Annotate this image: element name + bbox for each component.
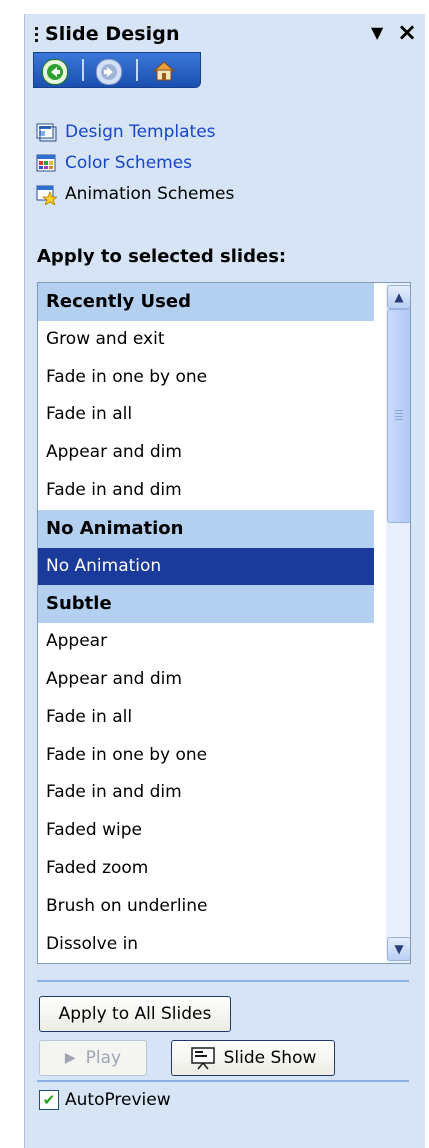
divider [37, 980, 409, 982]
apply-to-all-slides-button[interactable]: Apply to All Slides [39, 996, 231, 1032]
link-label: Animation Schemes [65, 184, 235, 204]
play-icon: ▶ [64, 1050, 76, 1066]
nav-separator [82, 59, 84, 81]
drag-grip-icon[interactable] [35, 27, 38, 47]
play-label: Play [85, 1048, 122, 1068]
list-item[interactable]: Fade in all [38, 396, 374, 434]
link-label[interactable]: Color Schemes [65, 153, 192, 173]
forward-arrow-icon[interactable] [96, 59, 122, 85]
list-item[interactable]: Fade in all [38, 699, 374, 737]
design-templates-icon [35, 121, 57, 143]
link-design-templates[interactable]: Design Templates [35, 118, 216, 146]
list-item[interactable]: Appear [38, 623, 374, 661]
pane-title: Slide Design [45, 23, 180, 45]
list-item[interactable]: Fade in and dim [38, 774, 374, 812]
divider [37, 1080, 409, 1082]
scroll-thumb[interactable] [387, 309, 410, 523]
list-item[interactable]: Grow and exit [38, 321, 374, 359]
back-arrow-icon[interactable] [42, 59, 68, 85]
nav-separator [136, 59, 138, 81]
navigation-bar [33, 52, 201, 88]
slide-show-icon [190, 1046, 216, 1070]
thumb-grip-icon [395, 410, 403, 422]
animation-schemes-icon [35, 183, 59, 206]
list-item[interactable]: Fade in one by one [38, 359, 374, 397]
list-item[interactable]: Faded zoom [38, 850, 374, 888]
home-icon[interactable] [152, 59, 176, 83]
list-rows: Recently Used Grow and exit Fade in one by… [38, 283, 374, 963]
pane-menu-dropdown-icon[interactable]: ▼ [371, 23, 383, 42]
list-item[interactable]: Fade in one by one [38, 737, 374, 775]
play-button[interactable]: ▶ Play [39, 1040, 147, 1076]
list-item[interactable]: No Animation [38, 547, 374, 586]
slide-show-label: Slide Show [223, 1048, 317, 1068]
list-item[interactable]: Appear and dim [38, 434, 374, 472]
animation-schemes-list[interactable]: Recently Used Grow and exit Fade in one by… [37, 282, 411, 964]
scroll-down-icon[interactable]: ▼ [387, 937, 410, 961]
link-animation-schemes[interactable]: Animation Schemes [35, 180, 234, 208]
list-item[interactable]: Appear and dim [38, 661, 374, 699]
list-item[interactable]: Dissolve in [38, 926, 374, 963]
list-category-header: Recently Used [38, 283, 374, 321]
link-color-schemes[interactable]: Color Schemes [35, 149, 192, 177]
autopreview-label: AutoPreview [65, 1090, 171, 1110]
link-label[interactable]: Design Templates [65, 122, 216, 142]
slide-show-button[interactable]: Slide Show [171, 1040, 335, 1076]
autopreview-checkbox[interactable]: ✔ [39, 1090, 59, 1110]
vertical-scrollbar[interactable]: ▲ ▼ [386, 283, 410, 963]
task-pane-titlebar: Slide Design ▼ × [25, 14, 425, 54]
list-item[interactable]: Faded wipe [38, 812, 374, 850]
scroll-up-icon[interactable]: ▲ [387, 285, 410, 309]
autopreview-toggle[interactable]: ✔ AutoPreview [39, 1090, 171, 1110]
close-icon[interactable]: × [397, 18, 417, 46]
list-item[interactable]: Fade in and dim [38, 472, 374, 510]
apply-to-selected-label: Apply to selected slides: [37, 246, 287, 267]
list-category-header: No Animation [38, 509, 374, 548]
list-item[interactable]: Brush on underline [38, 888, 374, 926]
color-schemes-icon [35, 152, 57, 174]
slide-design-task-pane: Slide Design ▼ × Design Templates Color … [24, 14, 425, 1148]
list-category-header: Subtle [38, 585, 374, 624]
